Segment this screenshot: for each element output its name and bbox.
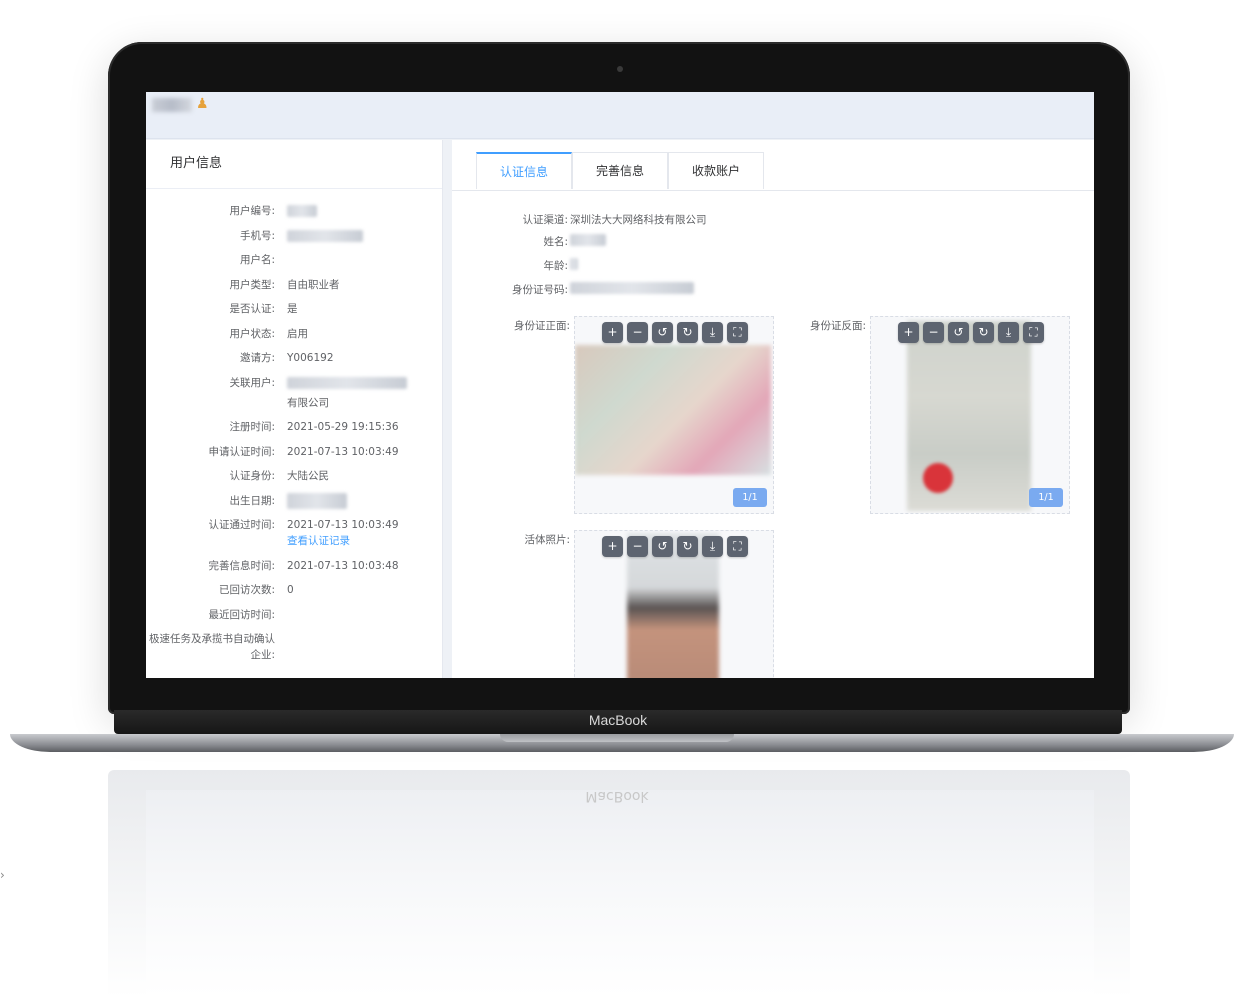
fullscreen-icon[interactable]: ⛶ [727,322,748,343]
rotate-left-icon[interactable]: ↺ [652,322,673,343]
user-name-blurred [152,98,192,112]
info-row-pass-time: 认证通过时间: 2021-07-13 10:03:49 查看认证记录 [208,519,399,549]
rotate-right-icon[interactable]: ↻ [677,322,698,343]
liveness-toolbar: + − ↺ ↻ ⤓ ⛶ [602,536,748,557]
info-row-apply-time: 申请认证时间: 2021-07-13 10:03:49 [208,445,399,458]
reflection-device-label: MacBook [585,788,649,804]
rotate-right-icon[interactable]: ↻ [677,536,698,557]
tab-bar: 认证信息 完善信息 收款账户 [452,152,1094,191]
laptop-notch [500,734,734,742]
view-cert-records-link[interactable]: 查看认证记录 [287,533,399,549]
fullscreen-icon[interactable]: ⛶ [1023,322,1044,343]
info-row-visit-count: 已回访次数: 0 [218,584,294,596]
info-row-user-id: 用户编号: [146,203,442,219]
linked-user-company: 有限公司 [287,396,329,409]
info-row-status: 用户状态: 启用 [229,327,308,340]
rotate-left-icon[interactable]: ↺ [652,536,673,557]
info-row-phone: 手机号: [146,228,442,244]
info-row-verified: 是否认证: 是 [229,303,298,315]
tab-cert-info[interactable]: 认证信息 [476,152,572,189]
info-row-last-visit: 最近回访时间: [208,608,275,621]
cert-row-name: 姓名: [452,234,606,249]
id-front-viewer: 1/1 [574,316,774,514]
info-row-complete-time: 完善信息时间: 2021-07-13 10:03:48 [208,559,399,572]
info-row-register-time: 注册时间: 2021-05-29 19:15:36 [229,421,399,433]
rotate-left-icon[interactable]: ↺ [948,322,969,343]
device-label: MacBook [588,712,648,728]
id-front-toolbar: + − ↺ ↻ ⤓ ⛶ [602,322,748,343]
download-icon[interactable]: ⤓ [998,322,1019,343]
fullscreen-icon[interactable]: ⛶ [727,536,748,557]
zoom-out-icon[interactable]: − [923,322,944,343]
cert-row-age: 年龄: [452,258,578,273]
cert-info-panel: 认证信息 完善信息 收款账户 认证渠道: 深圳法大大网络科技有限公司 姓名: 年… [452,140,1094,678]
user-icon[interactable]: ♟ [196,96,209,112]
zoom-out-icon[interactable]: − [627,536,648,557]
info-row-auto-confirm: 极速任务及承揽书自动确认企业: [149,633,275,661]
id-front-photo [575,345,771,475]
info-row-linked-user: 关联用户: 有限公司 [146,375,442,411]
user-info-title: 用户信息 [146,140,442,189]
info-row-birth-date: 出生日期: [146,492,442,509]
cert-row-id-number: 身份证号码: [452,282,694,297]
user-info-panel: 用户信息 用户编号: 手机号: 用户名: 用户类型: 自由职业者 是否认证: 是 [146,140,443,678]
download-icon[interactable]: ⤓ [702,536,723,557]
reflection-screen [146,790,1094,998]
zoom-in-icon[interactable]: + [898,322,919,343]
info-row-inviter: 邀请方: Y006192 [239,352,334,364]
laptop-hinge: MacBook [114,710,1122,734]
user-info-list: 用户编号: 手机号: 用户名: 用户类型: 自由职业者 是否认证: 是 用户状态… [146,189,442,663]
info-row-user-type: 用户类型: 自由职业者 [229,278,340,291]
info-row-identity: 认证身份: 大陆公民 [229,470,329,482]
liveness-photo-label: 活体照片: [524,534,570,546]
rotate-right-icon[interactable]: ↻ [973,322,994,343]
tab-complete-info[interactable]: 完善信息 [572,152,668,189]
camera-dot [617,66,623,72]
id-front-label: 身份证正面: [513,320,570,332]
zoom-in-icon[interactable]: + [602,322,623,343]
id-back-page-badge: 1/1 [1029,488,1063,507]
app-screen: ♟ 用户信息 用户编号: 手机号: 用户名: 用户类型: 自由职业者 是否认证: [146,92,1094,678]
tab-payment-account[interactable]: 收款账户 [668,152,764,189]
zoom-out-icon[interactable]: − [627,322,648,343]
side-arrow-icon: › [0,868,5,882]
id-front-page-badge: 1/1 [733,488,767,507]
id-back-viewer: 1/1 [870,316,1070,514]
id-back-label: 身份证反面: [809,320,866,332]
info-row-username: 用户名: [239,254,275,266]
red-seal-icon [923,463,953,493]
id-back-toolbar: + − ↺ ↻ ⤓ ⛶ [898,322,1044,343]
zoom-in-icon[interactable]: + [602,536,623,557]
download-icon[interactable]: ⤓ [702,322,723,343]
cert-row-channel: 认证渠道: 深圳法大大网络科技有限公司 [522,214,707,226]
top-bar: ♟ [146,92,1094,139]
